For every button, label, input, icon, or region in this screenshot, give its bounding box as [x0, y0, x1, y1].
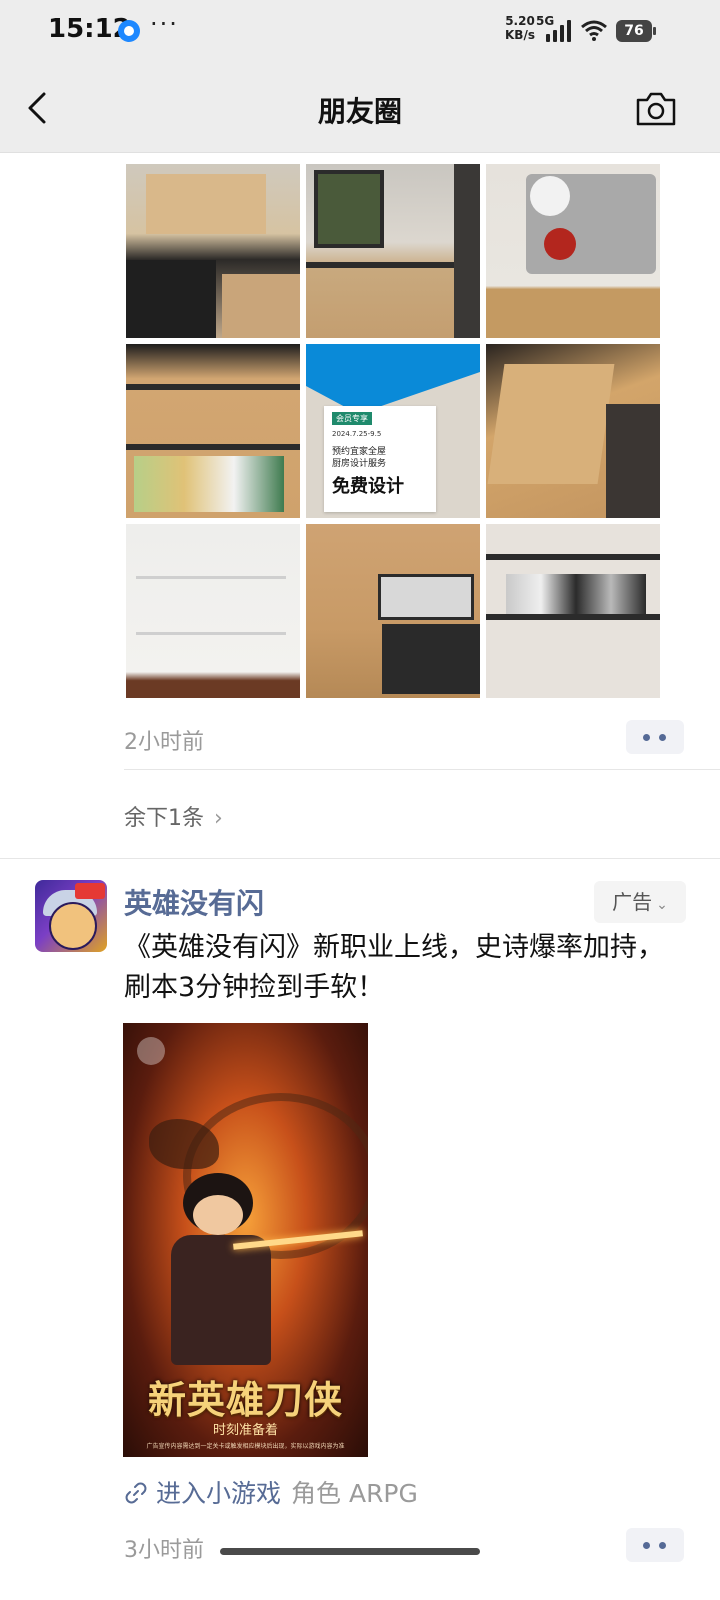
poster-name[interactable]: 英雄没有闪: [124, 882, 264, 922]
photo-kitchen-2[interactable]: [306, 164, 480, 338]
photo-drawer[interactable]: [486, 344, 660, 518]
promo-headline: 免费设计: [332, 476, 404, 497]
post1-time: 2小时前: [124, 730, 204, 755]
network-speed: 5.20 KB/s: [505, 14, 535, 42]
top-nav-bar: 朋友圈: [0, 64, 720, 153]
ad-label: 广告: [612, 890, 653, 914]
photo-glass-cabinet[interactable]: [126, 524, 300, 698]
photo-pantry[interactable]: [126, 344, 300, 518]
wifi-icon: [581, 20, 607, 41]
show-remaining-link[interactable]: 余下1条 ›: [124, 800, 223, 832]
photo-kitchen-1[interactable]: [126, 164, 300, 338]
more-notifications-icon: ···: [150, 10, 179, 38]
promo-tag: 会员专享: [332, 412, 372, 425]
avatar-badge: [75, 883, 105, 899]
photo-open-shelf[interactable]: [486, 524, 660, 698]
ad-image-disclaimer: 广告宣传内容需达到一定关卡或触发相应模块后出现，实际以游戏内容为准: [146, 1443, 345, 1450]
chevron-down-icon: ⌄: [656, 897, 668, 913]
mini-game-label: 进入小游戏: [156, 1479, 282, 1508]
chevron-right-icon: ›: [214, 806, 223, 831]
ad-post-time: 3小时前: [124, 1538, 204, 1563]
ad-image-subline: 时刻准备着: [212, 1423, 278, 1438]
ad-post-meta: 3小时前: [124, 1528, 684, 1563]
promo-line2: 厨房设计服务: [332, 459, 387, 469]
game-category: 角色 ARPG: [291, 1479, 418, 1508]
link-icon: [125, 1482, 147, 1504]
photo-sink[interactable]: [486, 164, 660, 338]
ad-post-text: 《英雄没有闪》新职业上线，史诗爆率加持，刷本3分钟捡到手软！: [124, 932, 664, 1003]
status-bar: 15:12 ··· 5.20 KB/s 5G 76: [0, 0, 720, 64]
mini-game-link[interactable]: 进入小游戏 角色 ARPG: [124, 1474, 418, 1510]
battery-icon: 76: [616, 20, 656, 42]
signal-icon: [546, 20, 572, 42]
page-title: 朋友圈: [317, 95, 402, 128]
camera-icon[interactable]: [634, 90, 678, 128]
ad-image-headline: 新英雄刀侠: [147, 1378, 343, 1422]
photo-grid: 会员专享 2024.7.25-9.5 预约宜家全屋 厨房设计服务 免费设计: [126, 164, 660, 698]
post1-meta: 2小时前: [124, 720, 684, 755]
ad-label-button[interactable]: 广告 ⌄: [594, 881, 686, 923]
app-notification-icon: [118, 20, 140, 42]
photo-promo[interactable]: 会员专享 2024.7.25-9.5 预约宜家全屋 厨房设计服务 免费设计: [306, 344, 480, 518]
ad-image[interactable]: 新英雄刀侠 时刻准备着 广告宣传内容需达到一定关卡或触发相应模块后出现，实际以游…: [123, 1023, 368, 1457]
post1-comment-button[interactable]: [626, 720, 684, 754]
promo-date: 2024.7.25-9.5: [332, 430, 382, 438]
network-speed-value: 5.20: [505, 14, 535, 28]
avatar[interactable]: [35, 880, 107, 952]
link-badge-icon: [137, 1037, 165, 1065]
post1-divider: [124, 769, 720, 770]
show-remaining-label: 余下1条: [124, 806, 204, 831]
ad-post-comment-button[interactable]: [626, 1528, 684, 1562]
home-indicator[interactable]: [220, 1548, 480, 1555]
photo-cabinet-basket[interactable]: [306, 524, 480, 698]
section-divider: [0, 858, 720, 859]
network-speed-unit: KB/s: [505, 28, 535, 42]
